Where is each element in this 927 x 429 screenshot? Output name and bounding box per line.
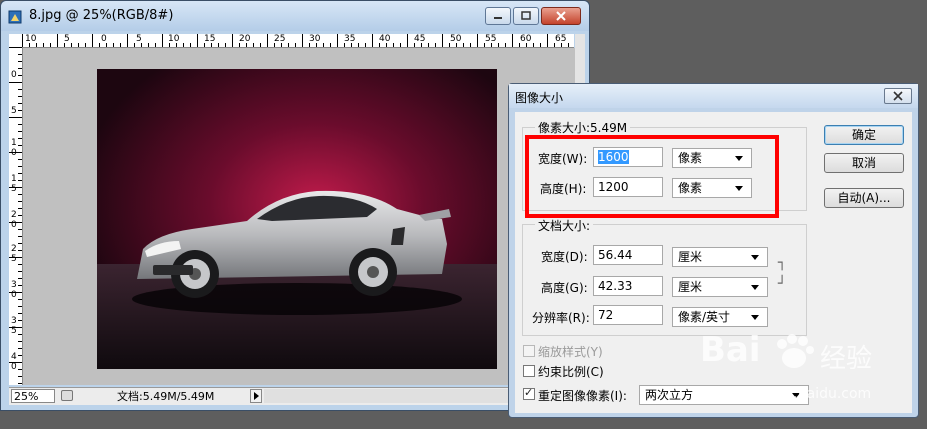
ruler-label: 45 <box>414 34 426 44</box>
ruler-label: 5 <box>11 184 17 194</box>
doc-width-input[interactable]: 56.44 <box>593 245 663 265</box>
watermark-url: jingyan.baidu.com <box>742 386 872 402</box>
highlight-annotation-box <box>525 135 779 218</box>
ruler-label: 20 <box>239 34 251 44</box>
ruler-label: 0 <box>11 220 17 230</box>
ruler-label: 5 <box>136 34 142 44</box>
ruler-label: 10 <box>25 34 37 44</box>
baidu-watermark: Bai 经验 jingyan.baidu.com <box>700 330 924 410</box>
ruler-origin[interactable] <box>9 34 23 48</box>
ruler-label: 30 <box>309 34 321 44</box>
link-bracket-icon: ┘ <box>778 276 787 292</box>
image-canvas[interactable] <box>97 69 497 369</box>
ruler-label: 0 <box>11 70 17 80</box>
close-icon <box>556 11 566 21</box>
watermark-brand: Bai <box>700 330 761 370</box>
ruler-label: 55 <box>485 34 497 44</box>
ruler-label: 3 <box>11 280 17 290</box>
constrain-proportions-label: 约束比例(C) <box>538 365 604 379</box>
maximize-icon <box>521 11 531 20</box>
ruler-label: 4 <box>11 352 17 362</box>
ruler-label: 1 <box>11 174 17 184</box>
scale-styles-checkbox[interactable] <box>523 345 535 357</box>
resample-label: 重定图像像素(I): <box>538 389 627 403</box>
maximize-button[interactable] <box>513 7 539 25</box>
scale-styles-label: 缩放样式(Y) <box>538 345 603 359</box>
preview-icon[interactable] <box>61 390 73 401</box>
dialog-titlebar[interactable]: 图像大小 <box>509 84 918 108</box>
doc-width-unit-select[interactable]: 厘米 <box>672 247 768 267</box>
ruler-label: 0 <box>101 34 107 44</box>
pixel-dimensions-legend: 像素大小:5.49M <box>535 119 631 136</box>
ruler-label: 0 <box>11 362 17 372</box>
status-menu-arrow-icon[interactable] <box>250 389 262 403</box>
ruler-label: 5 <box>11 254 17 264</box>
cancel-button[interactable]: 取消 <box>824 153 904 173</box>
resolution-input[interactable]: 72 <box>593 305 663 325</box>
document-size-info: 文档:5.49M/5.49M <box>117 390 215 403</box>
ok-button[interactable]: 确定 <box>824 125 904 145</box>
ruler-label: 40 <box>379 34 391 44</box>
document-title: 8.jpg @ 25%(RGB/8#) <box>29 8 174 23</box>
car-photo <box>97 69 497 369</box>
ruler-label: 15 <box>204 34 216 44</box>
status-bar: 25% 文档:5.49M/5.49M <box>9 387 585 405</box>
zoom-field[interactable]: 25% <box>11 389 55 403</box>
dialog-title: 图像大小 <box>515 91 564 105</box>
ruler-label: 50 <box>450 34 462 44</box>
close-button[interactable] <box>541 7 581 25</box>
ruler-label: 5 <box>11 326 17 336</box>
ruler-label: 10 <box>168 34 180 44</box>
doc-height-label: 高度(G): <box>541 281 588 295</box>
ruler-label: 60 <box>520 34 532 44</box>
resample-checkbox[interactable] <box>523 386 535 400</box>
minimize-button[interactable] <box>485 7 511 25</box>
ruler-label: 0 <box>11 290 17 300</box>
minimize-icon <box>494 17 502 19</box>
ruler-label: 35 <box>344 34 356 44</box>
ruler-label: 1 <box>11 138 17 148</box>
photoshop-file-icon <box>8 10 22 24</box>
horizontal-ruler[interactable]: 10 5 0 5 10 15 20 25 30 35 40 45 50 55 6… <box>22 34 574 48</box>
ruler-label: 5 <box>64 34 70 44</box>
resolution-label: 分辨率(R): <box>532 311 590 325</box>
dialog-close-button[interactable] <box>884 88 912 104</box>
close-icon <box>893 91 903 101</box>
vertical-ruler[interactable]: 0 5 1 0 1 5 2 0 2 5 3 0 3 5 4 0 <box>9 47 23 385</box>
paw-logo-icon <box>777 334 814 368</box>
document-titlebar[interactable]: 8.jpg @ 25%(RGB/8#) <box>1 1 589 31</box>
resolution-unit-select[interactable]: 像素/英寸 <box>672 307 768 327</box>
constrain-proportions-checkbox[interactable] <box>523 365 535 377</box>
ruler-label: 2 <box>11 244 17 254</box>
ruler-label: 2 <box>11 210 17 220</box>
ruler-label: 0 <box>11 148 17 158</box>
doc-width-label: 宽度(D): <box>541 250 588 264</box>
ruler-label: 65 <box>555 34 567 44</box>
watermark-brand-cn: 经验 <box>820 344 873 374</box>
doc-height-input[interactable]: 42.33 <box>593 276 663 296</box>
window-controls <box>483 7 581 25</box>
document-window: 8.jpg @ 25%(RGB/8#) 10 5 0 5 10 15 20 25… <box>0 0 590 411</box>
ruler-label: 5 <box>11 106 17 116</box>
auto-button[interactable]: 自动(A)... <box>824 188 904 208</box>
link-bracket-icon: ┐ <box>778 255 787 271</box>
document-size-legend: 文档大小: <box>535 217 594 234</box>
ruler-label: 3 <box>11 316 17 326</box>
doc-height-unit-select[interactable]: 厘米 <box>672 277 768 297</box>
ruler-label: 25 <box>274 34 286 44</box>
